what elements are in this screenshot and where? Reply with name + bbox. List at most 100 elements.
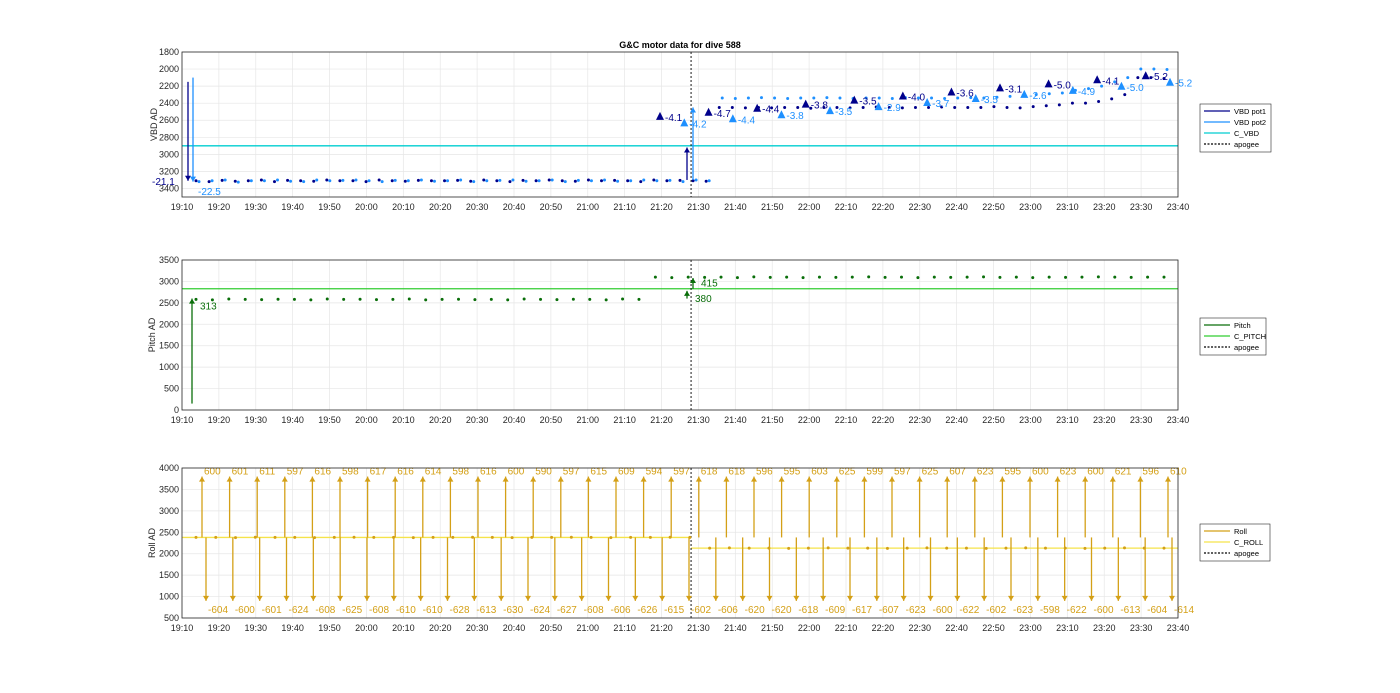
roll-data-point [510,536,514,540]
vbd-data-point [1126,76,1130,80]
roll-xtick-label: 22:40 [945,623,968,633]
roll-move-label: -613 [476,605,496,616]
vbd-move-marker [1093,75,1102,84]
roll-xtick-label: 19:20 [208,623,231,633]
vbd-data-point [223,178,227,182]
vbd-data-point [1136,76,1140,80]
vbd-move-label: -4.0 [908,93,926,104]
vbd-data-point [246,179,250,183]
roll-xtick-label: 21:00 [577,623,600,633]
roll-move-label: -627 [557,605,577,616]
vbd-data-point [377,178,381,182]
roll-xtick-label: 22:30 [909,623,932,633]
vbd-xtick-label: 21:00 [577,202,600,212]
roll-ytick-label: 3500 [159,484,179,494]
roll-arrow-head [820,595,827,601]
figure: G&C motor data for dive 588 -21.1-22.5-4… [147,40,1272,633]
vbd-data-point [838,96,842,100]
roll-arrow-head [900,595,907,601]
pitch-data-point [965,275,969,279]
pitch-data-point [489,297,493,301]
vbd-data-point [730,105,734,109]
vbd-data-point [1057,103,1061,107]
vbd-data-point [799,96,803,100]
roll-arrow-head [1169,595,1175,601]
vbd-data-point [524,179,528,183]
vbd-data-point [812,96,816,100]
roll-data-point [372,535,376,539]
vbd-data-point [913,105,917,109]
vbd-data-point [419,178,423,182]
vbd-data-point [616,179,620,183]
pitch-data-point [358,297,362,301]
roll-data-point [648,535,652,539]
vbd-data-point [681,180,685,184]
roll-move-label: -606 [611,605,631,616]
vbd-data-point [783,105,787,109]
vbd-move-label: -3.1 [1005,84,1023,95]
roll-data-point [885,546,889,550]
vbd-arrow-head [185,175,191,181]
roll-move-label: -606 [718,605,738,616]
roll-data-point [471,535,475,539]
roll-data-point [905,546,909,550]
vbd-move-marker [947,87,956,96]
roll-data-point [1122,546,1126,550]
roll-arrow-head [1034,595,1041,601]
roll-move-label: -622 [1067,605,1087,616]
vbd-ytick-label: 2600 [159,115,179,125]
roll-move-label: -623 [906,605,926,616]
pitch-xtick-label: 23:00 [1019,415,1042,425]
roll-arrow-head [364,595,370,601]
roll-data-point [352,535,356,539]
pitch-data-point [719,275,723,279]
vbd-data-point [600,179,604,183]
pitch-data-point [850,275,854,279]
vbd-axes-frame [181,51,1179,198]
vbd-data-point [220,178,224,182]
roll-data-point [727,546,731,550]
pitch-xtick-label: 22:10 [835,415,858,425]
pitch-xtick-label: 20:00 [355,415,378,425]
pitch-legend: Pitch C_PITCHapogee [1199,317,1267,356]
pitch-data-point [227,297,231,301]
vbd-data-point [720,96,724,100]
vbd-data-point [367,179,371,183]
vbd-move-marker [656,111,664,120]
roll-arrow-head [283,595,290,601]
vbd-move-marker [801,99,810,108]
pitch-ytick-label: 2500 [159,298,179,308]
vbd-data-point [613,178,617,182]
vbd-data-point [1005,105,1009,109]
roll-xtick-label: 19:10 [171,623,194,633]
vbd-data-point [390,179,394,183]
pitch-xtick-label: 21:50 [761,415,784,425]
vbd-data-point [406,179,410,183]
vbd-ytick-label: 3400 [159,183,179,193]
roll-arrow-head [471,595,478,601]
roll-move-label: -626 [637,605,657,616]
vbd-data-point [900,106,904,110]
vbd-data-point [364,180,368,184]
vbd-data-point [534,179,538,183]
vbd-data-point [207,180,211,184]
roll-xtick-label: 20:30 [466,623,489,633]
roll-arrow-head [954,595,961,601]
roll-data-point [490,535,494,539]
pitch-data-point [817,275,821,279]
pitch-data-point [325,297,329,301]
vbd-xtick-label: 21:10 [613,202,636,212]
vbd-move-label: -3.5 [835,107,853,118]
vbd-xtick-label: 20:10 [392,202,415,212]
vbd-xtick-label: 19:20 [208,202,231,212]
vbd-arrow-head [684,147,690,153]
vbd-data-point [299,179,303,183]
vbd-data-point [482,178,486,182]
pitch-data-point [916,276,920,280]
roll-move-label: -604 [1147,605,1167,616]
vbd-move-label: -4.4 [738,115,756,126]
vbd-data-point [498,178,502,182]
vbd-data-point [547,178,551,182]
pitch-xtick-label: 22:40 [945,415,968,425]
roll-move-label: -610 [423,605,443,616]
